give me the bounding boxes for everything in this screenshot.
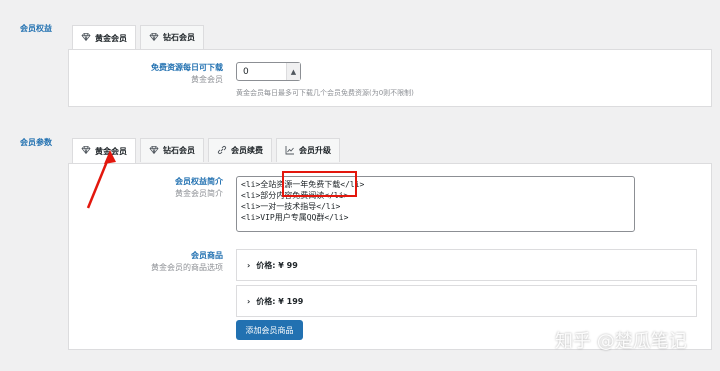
- tab-diamond-member[interactable]: 钻石会员: [140, 25, 204, 49]
- chevron-up-icon[interactable]: ▲: [286, 63, 300, 80]
- free-download-input[interactable]: 0 ▲: [236, 62, 301, 81]
- add-product-button[interactable]: 添加会员商品: [236, 320, 303, 340]
- tab-label: 会员续费: [231, 146, 263, 155]
- diamond-icon: [81, 32, 91, 44]
- trend-up-icon: [285, 145, 295, 157]
- free-download-hint: 黄金会员每日最多可下载几个会员免费资源(为0则不限制): [236, 89, 414, 97]
- diamond-icon: [149, 145, 159, 157]
- tab-label: 钻石会员: [163, 33, 195, 42]
- intro-line: <li>VIP用户专属QQ群</li>: [241, 213, 349, 222]
- free-download-label: 免费资源每日可下载 黄金会员: [68, 62, 223, 86]
- annotation-arrow-icon: [86, 150, 116, 209]
- products-label: 会员商品 黄金会员的商品选项: [68, 250, 223, 274]
- free-download-value: 0: [243, 66, 249, 77]
- link-icon: [217, 145, 227, 157]
- chevron-right-icon: ›: [247, 260, 251, 270]
- product-row-1[interactable]: › 价格: ¥ 99: [236, 249, 697, 281]
- product-row-2[interactable]: › 价格: ¥ 199: [236, 285, 697, 317]
- tab-label: 钻石会员: [163, 146, 195, 155]
- product-price: 价格: ¥ 99: [256, 260, 298, 270]
- tab-gold-member[interactable]: 黄金会员: [72, 25, 136, 50]
- section-label-member-benefits: 会员权益: [20, 24, 52, 33]
- free-download-title: 免费资源每日可下载: [151, 63, 223, 72]
- tab-label: 黄金会员: [95, 33, 127, 43]
- tab-member-upgrade[interactable]: 会员升级: [276, 138, 340, 162]
- watermark: 知乎 @楚瓜笔记: [555, 331, 687, 352]
- tab-diamond-member[interactable]: 钻石会员: [140, 138, 204, 162]
- intro-line: <li>一对一技术指导</li>: [241, 202, 341, 211]
- benefits-tabs: 黄金会员 钻石会员: [72, 25, 204, 50]
- section-label-member-params: 会员参数: [20, 138, 52, 147]
- tab-member-renewal[interactable]: 会员续费: [208, 138, 272, 162]
- product-price: 价格: ¥ 199: [256, 296, 304, 306]
- annotation-highlight-box: [282, 171, 357, 197]
- tab-label: 会员升级: [299, 146, 331, 155]
- chevron-right-icon: ›: [247, 296, 251, 306]
- products-title: 会员商品: [191, 251, 223, 260]
- free-download-sub: 黄金会员: [191, 75, 223, 84]
- products-sub: 黄金会员的商品选项: [151, 263, 223, 272]
- diamond-icon: [149, 32, 159, 44]
